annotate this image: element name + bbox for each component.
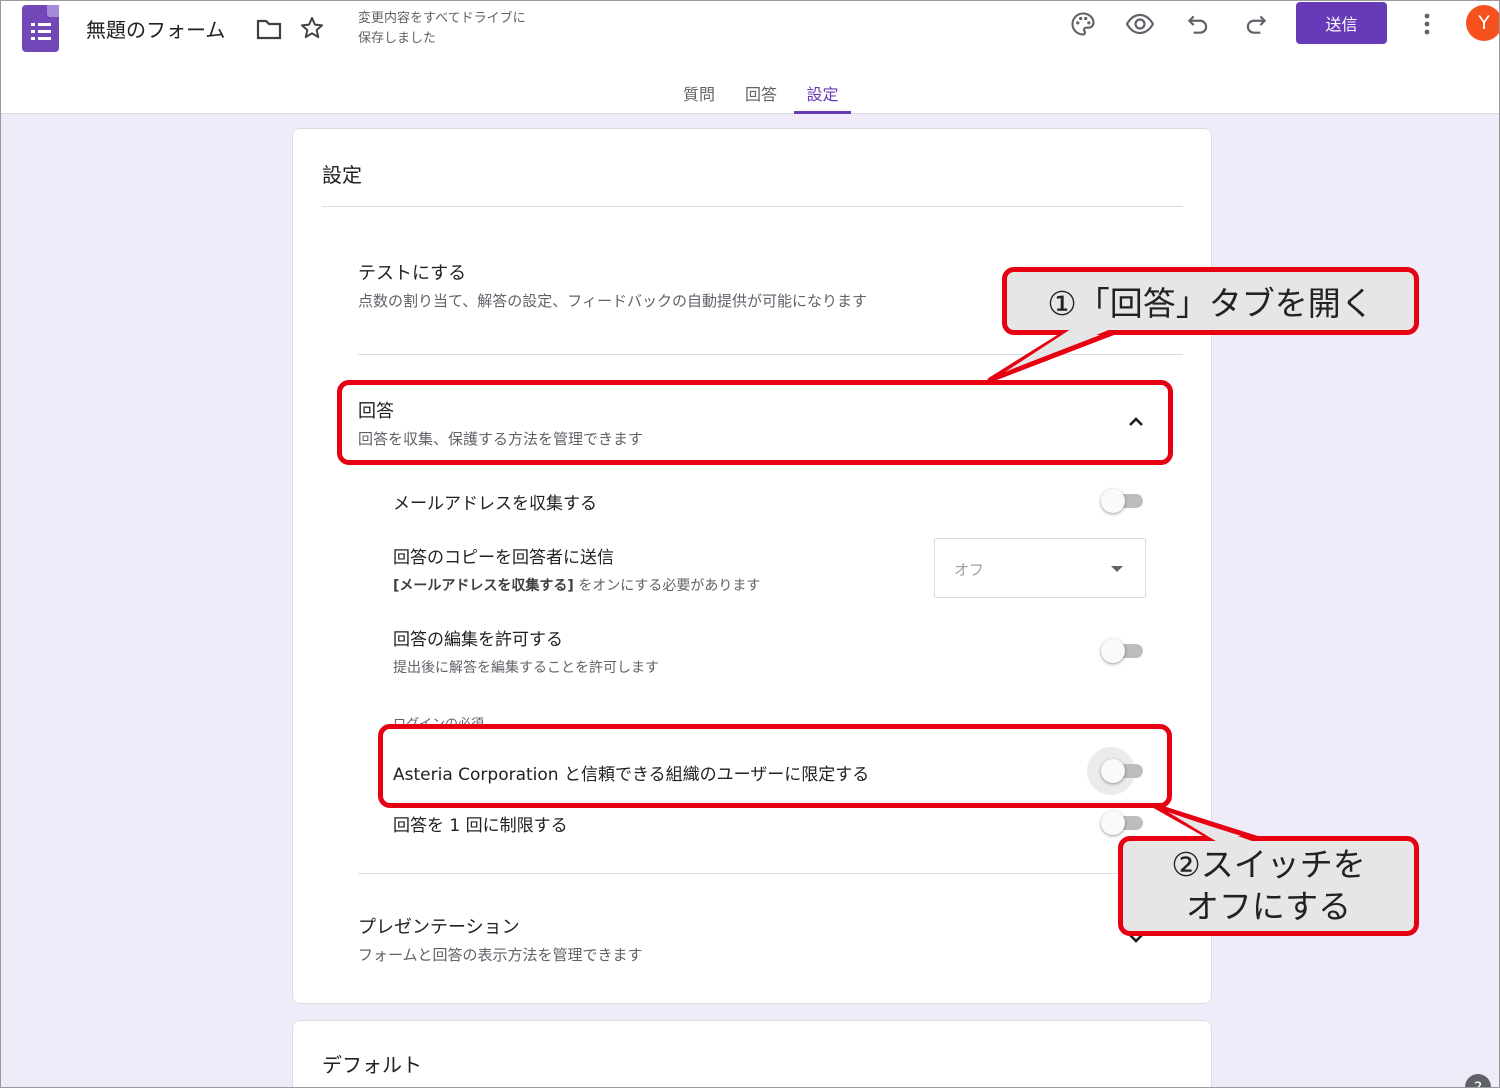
save-status: 変更内容をすべてドライブに 保存しました [358,9,558,49]
allow-edit-toggle[interactable] [1101,639,1147,663]
callout-switch-off-line1: ②スイッチを [1171,845,1366,884]
star-icon[interactable] [298,14,326,42]
eye-icon[interactable] [1124,8,1156,40]
tab-responses[interactable]: 回答 [743,78,779,114]
callout-switch-off-line2: オフにする [1185,887,1352,926]
folder-icon[interactable] [255,16,283,42]
divider [358,873,1183,874]
defaults-card-title: デフォルト [322,1053,422,1077]
callout-switch-off: ②スイッチを オフにする [1118,836,1419,936]
avatar[interactable]: Y [1466,5,1500,41]
save-status-line1: 変更内容をすべてドライブに [358,11,526,26]
divider [322,206,1183,207]
palette-icon[interactable] [1067,8,1099,40]
quiz-description: 点数の割り当て、解答の設定、フィードバックの自動提供が可能になります [358,292,867,310]
form-title[interactable]: 無題のフォーム [86,14,225,43]
divider [358,354,1183,355]
more-vert-icon[interactable] [1414,8,1440,40]
settings-card-title: 設定 [322,163,362,187]
redo-icon[interactable] [1240,8,1272,40]
help-icon[interactable]: ? [1465,1074,1491,1088]
restrict-org-highlight-box [378,724,1172,808]
limit-one-label: 回答を 1 回に制限する [393,816,568,836]
responses-highlight-box [337,380,1173,465]
save-status-line2: 保存しました [358,31,437,46]
send-button[interactable]: 送信 [1296,2,1387,44]
tab-questions[interactable]: 質問 [681,78,717,114]
undo-icon[interactable] [1182,8,1214,40]
tab-bar: 質問 回答 設定 [0,78,1500,114]
allow-edit-label: 回答の編集を許可する [393,630,563,650]
presentation-title: プレゼンテーション [358,917,520,938]
defaults-card: デフォルト [292,1020,1212,1088]
collect-email-toggle[interactable] [1101,489,1147,513]
tab-settings[interactable]: 設定 [794,78,851,114]
top-app-bar: 無題のフォーム 変更内容をすべてドライブに 保存しました 送信 Y 質問 回答 … [0,0,1500,114]
quiz-title: テストにする [358,263,467,284]
send-copy-select-value: オフ [954,561,985,579]
send-copy-select[interactable]: オフ [934,538,1146,598]
send-copy-description-bold: [メールアドレスを収集する] [393,578,574,594]
allow-edit-description: 提出後に解答を編集することを許可します [393,660,659,676]
dropdown-arrow-icon [1111,566,1123,572]
forms-logo-icon[interactable] [22,5,59,52]
callout-open-responses: ①「回答」タブを開く [1002,267,1419,335]
collect-email-label: メールアドレスを収集する [393,494,597,514]
presentation-description: フォームと回答の表示方法を管理できます [358,946,643,964]
send-copy-description-rest: をオンにする必要があります [573,578,761,594]
send-copy-description: [メールアドレスを収集する] をオンにする必要があります [393,575,760,595]
send-copy-label: 回答のコピーを回答者に送信 [393,548,614,568]
limit-one-toggle[interactable] [1101,811,1147,835]
